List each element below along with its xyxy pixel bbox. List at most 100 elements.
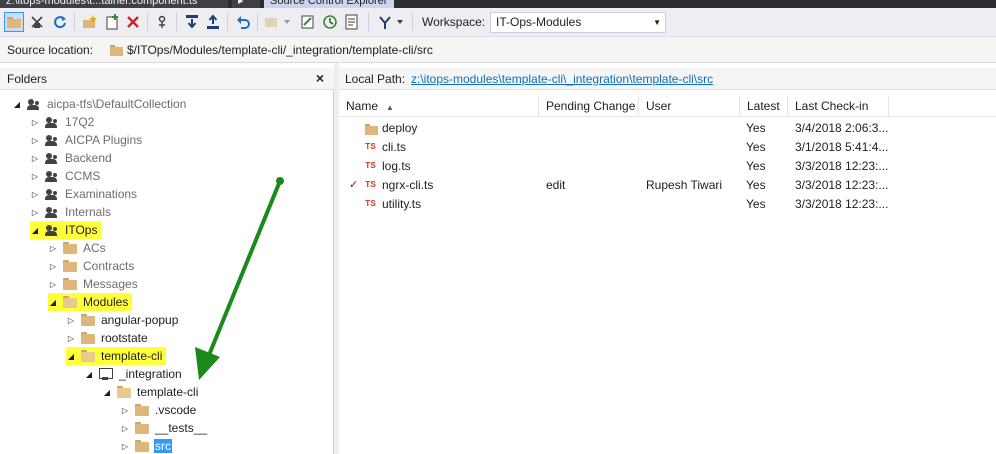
file-name: log.ts [382,159,411,173]
file-name: cli.ts [382,140,406,154]
history-button[interactable] [320,12,340,32]
column-name[interactable]: Name ▲ [339,95,539,117]
disconnect-button[interactable] [27,12,47,32]
tree-node[interactable]: ▷ src [120,437,172,454]
expand-icon[interactable]: ▷ [120,424,130,433]
annotate-button[interactable] [342,12,362,32]
column-user[interactable]: User [639,95,740,117]
column-last-check-in[interactable]: Last Check-in [788,95,889,117]
tree-node[interactable]: ▷ __tests__ [120,419,208,437]
file-name: utility.ts [382,197,422,211]
compare-button[interactable] [262,12,282,32]
column-latest[interactable]: Latest [740,95,788,117]
get-latest-button[interactable] [182,12,202,32]
close-icon[interactable]: × [316,70,324,86]
team-project-icon [44,169,60,183]
tree-node-label: template-cli [101,349,163,363]
tree-node[interactable]: ▷ rootstate [66,329,149,347]
file-last-check-in: 3/4/2018 2:06:3... [795,121,889,135]
folder-open-icon [116,385,132,399]
branching-button[interactable] [375,12,395,32]
tree-node[interactable]: ▷ Contracts [48,257,135,275]
typescript-icon: TS [365,199,376,209]
expand-icon[interactable]: ▷ [30,136,40,145]
tab-source-control-explorer[interactable]: Source Control Explorer [264,0,394,8]
folder-icon [80,313,96,327]
tree-node[interactable]: ◢ aicpa-tfs\DefaultCollection [12,95,187,113]
check-in-button[interactable] [203,12,223,32]
tree-node[interactable]: ▷ 17Q2 [30,113,95,131]
tree-node-label: Backend [65,151,112,165]
folders-toggle-button[interactable] [4,12,24,32]
column-pending-change[interactable]: Pending Change [539,95,639,117]
expand-icon[interactable]: ▷ [66,334,76,343]
file-row[interactable]: ✓ TS ngrx-cli.ts edit Rupesh Tiwari Yes 3/3/20… [339,176,899,195]
tree-node[interactable]: ◢ template-cli [66,347,167,365]
tree-node[interactable]: ◢ template-cli [102,383,199,401]
tree-node[interactable]: ▷ Backend [30,149,113,167]
file-name: ngrx-cli.ts [382,178,434,192]
workspace-label: Workspace: [422,15,486,29]
tree-node[interactable]: ◢ ITOps [30,221,102,239]
add-to-source-control-button[interactable] [152,12,172,32]
collapse-icon[interactable]: ◢ [30,226,40,235]
tree-node[interactable]: ◢ _integration [84,365,183,383]
tree-node[interactable]: ◢ Modules [48,293,133,311]
expand-icon[interactable]: ▷ [30,172,40,181]
undo-button[interactable] [233,12,253,32]
expand-icon[interactable]: ▷ [66,316,76,325]
delete-button[interactable] [123,12,143,32]
collapse-icon[interactable]: ◢ [84,370,94,379]
folders-pane: Folders × ◢ aicpa-tfs\DefaultCollection ▷ 1… [0,68,334,454]
add-items-button[interactable] [102,12,122,32]
tree-node[interactable]: ▷ CCMS [30,167,101,185]
expand-icon[interactable]: ▷ [48,244,58,253]
source-location-path[interactable]: $/ITOps/Modules/template-cli/_integratio… [127,43,433,57]
expand-icon[interactable]: ▷ [48,280,58,289]
branching-dropdown-button[interactable] [395,12,405,32]
tree-node-label: Examinations [65,187,138,201]
collapse-icon[interactable]: ◢ [102,388,112,397]
sort-ascending-icon: ▲ [386,103,394,112]
tree-node[interactable]: ▷ Examinations [30,185,138,203]
tree-node[interactable]: ▷ .vscode [120,401,197,419]
team-project-icon [26,97,42,111]
tab-overflow[interactable]: ▸ [232,0,260,8]
folder-icon [7,17,21,28]
tab-component-file[interactable]: z:\itops-modules\t...tainer.component.ts [0,0,228,8]
folder-icon [80,331,96,345]
local-path-link[interactable]: z:\itops-modules\template-cli\_integrati… [411,72,713,86]
folder-icon [62,259,78,273]
tree-node[interactable]: ▷ Messages [48,275,139,293]
compare-dropdown-button[interactable] [282,12,292,32]
tree-node-label: rootstate [101,331,148,345]
collapse-icon[interactable]: ◢ [48,298,58,307]
file-row[interactable]: deploy Yes 3/4/2018 2:06:3... [339,119,899,138]
folder-icon [134,421,150,435]
expand-icon[interactable]: ▷ [120,442,130,451]
new-folder-icon [83,15,97,28]
tree-node[interactable]: ▷ AICPA Plugins [30,131,143,149]
workspace-select[interactable]: IT-Ops-Modules ▼ [490,12,666,33]
collapse-icon[interactable]: ◢ [12,100,22,109]
expand-icon[interactable]: ▷ [120,406,130,415]
expand-icon[interactable]: ▷ [30,190,40,199]
expand-icon[interactable]: ▷ [30,154,40,163]
expand-icon[interactable]: ▷ [48,262,58,271]
pending-changes-button[interactable] [298,12,318,32]
tree-node[interactable]: ▷ ACs [48,239,107,257]
collapse-icon[interactable]: ◢ [66,352,76,361]
expand-icon[interactable]: ▷ [30,118,40,127]
tree-node[interactable]: ▷ Internals [30,203,112,221]
new-folder-button[interactable] [80,12,100,32]
refresh-button[interactable] [50,12,70,32]
file-row[interactable]: TS utility.ts Yes 3/3/2018 12:23:... [339,195,899,214]
folder-open-icon [62,295,78,309]
file-latest: Yes [746,140,766,154]
local-path-bar: Local Path: z:\itops-modules\template-cl… [339,68,996,90]
expand-icon[interactable]: ▷ [30,208,40,217]
file-row[interactable]: TS log.ts Yes 3/3/2018 12:23:... [339,157,899,176]
tree-node[interactable]: ▷ angular-popup [66,311,179,329]
source-control-icon [158,15,166,28]
file-row[interactable]: TS cli.ts Yes 3/1/2018 5:41:4... [339,138,899,157]
